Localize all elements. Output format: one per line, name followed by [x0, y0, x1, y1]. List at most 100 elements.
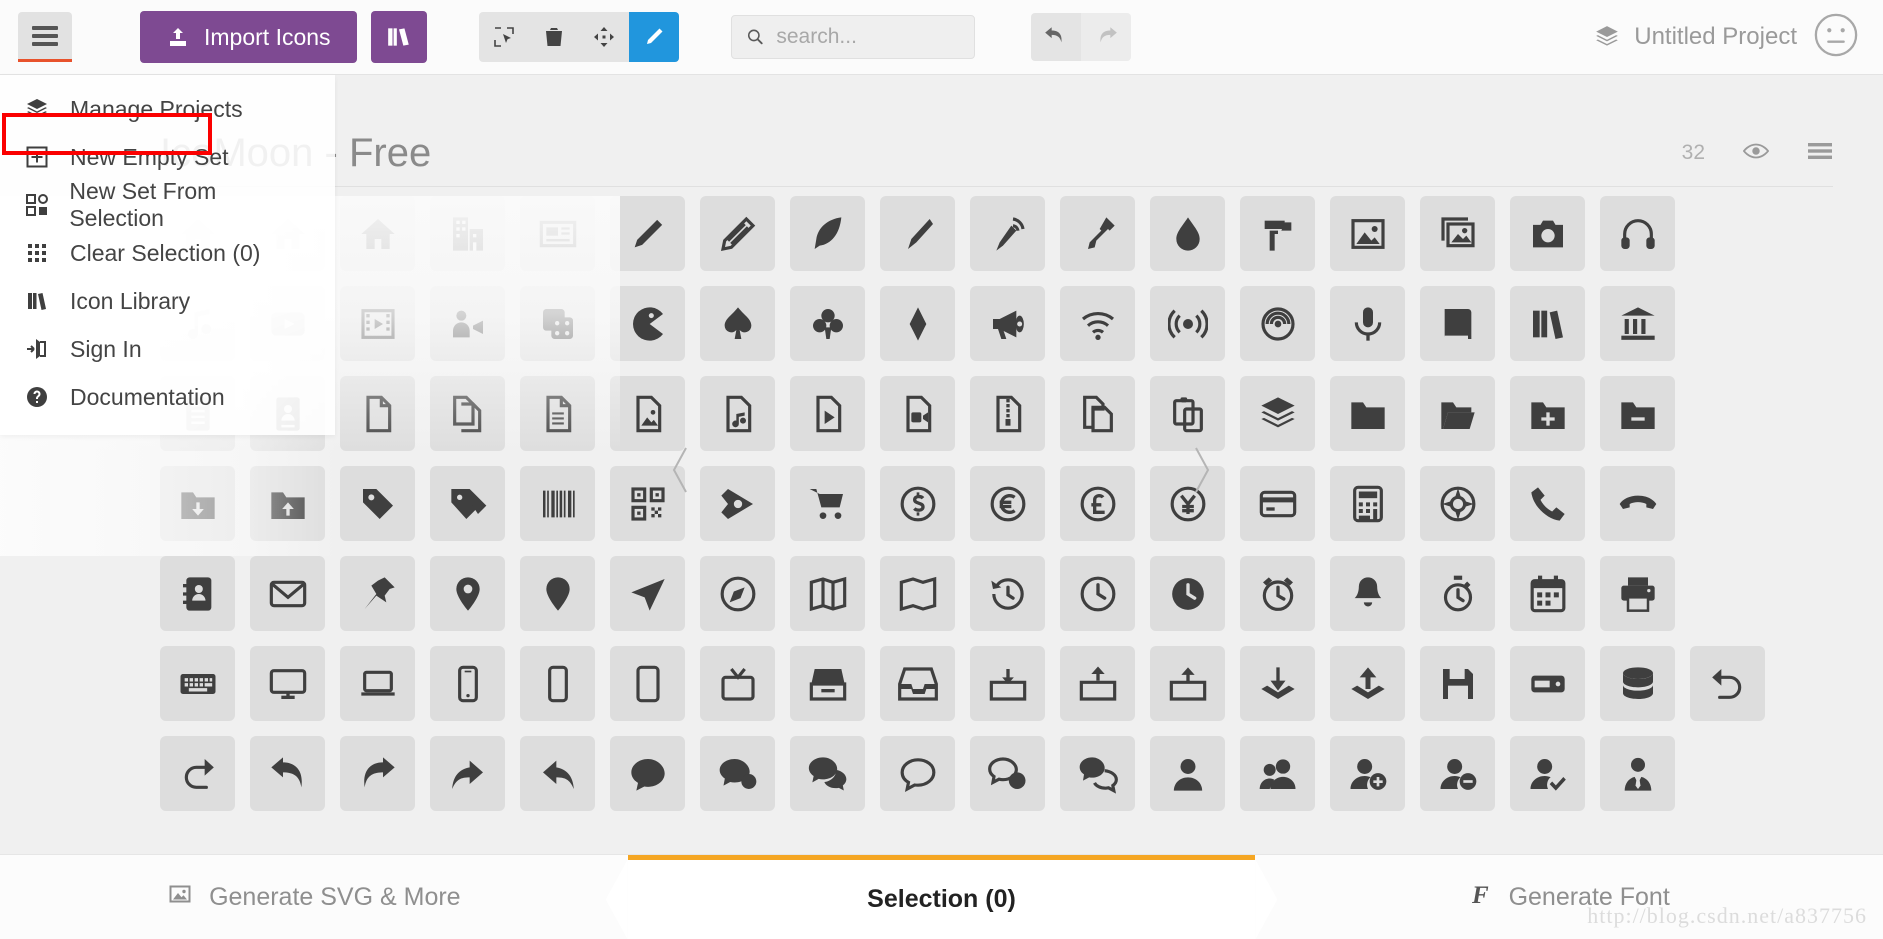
icon-cell-stack[interactable]	[1240, 376, 1315, 451]
icon-cell-copy[interactable]	[1060, 376, 1135, 451]
icon-cell-envelop[interactable]	[250, 556, 325, 631]
eye-icon[interactable]	[1742, 142, 1770, 165]
select-tool-button[interactable]	[478, 12, 529, 62]
bottom-tab-selection-0[interactable]: Selection (0)	[627, 854, 1256, 939]
icon-cell-camera[interactable]	[1510, 196, 1585, 271]
icon-cell-location2[interactable]	[520, 556, 595, 631]
icon-cell-file-play[interactable]	[790, 376, 865, 451]
icon-cell-book[interactable]	[1420, 286, 1495, 361]
icon-cell-drive[interactable]	[1510, 646, 1585, 721]
icon-cell-video-camera[interactable]	[430, 286, 505, 361]
icon-cell-bubbles4[interactable]	[1060, 736, 1135, 811]
icon-cell-users[interactable]	[1240, 736, 1315, 811]
icon-cell-folder-plus[interactable]	[1510, 376, 1585, 451]
undo-button[interactable]	[1030, 13, 1081, 61]
icon-cell-bubble2[interactable]	[880, 736, 955, 811]
icon-cell-upload[interactable]	[1330, 646, 1405, 721]
icon-cell-coin-euro[interactable]	[970, 466, 1045, 541]
icon-cell-drawer3[interactable]	[970, 646, 1045, 721]
icon-cell-redo[interactable]	[160, 736, 235, 811]
icon-cell-phone[interactable]	[1510, 466, 1585, 541]
icon-cell-calendar[interactable]	[1510, 556, 1585, 631]
move-tool-button[interactable]	[578, 12, 629, 62]
icon-cell-stopwatch[interactable]	[1420, 556, 1495, 631]
icon-cell-files-empty[interactable]	[430, 376, 505, 451]
bottom-tab-generate-svg-more[interactable]: Generate SVG & More	[0, 855, 628, 939]
icon-cell-clock[interactable]	[1060, 556, 1135, 631]
icon-cell-pen[interactable]	[880, 196, 955, 271]
icon-cell-bubbles3[interactable]	[970, 736, 1045, 811]
icon-cell-film[interactable]	[340, 286, 415, 361]
icon-cell-box-add[interactable]	[1060, 646, 1135, 721]
icon-cell-drawer[interactable]	[790, 646, 865, 721]
icon-cell-phone-hang-up[interactable]	[1600, 466, 1675, 541]
icon-cell-file-empty[interactable]	[340, 376, 415, 451]
icon-cell-eyedropper[interactable]	[1060, 196, 1135, 271]
icon-cell-bubbles[interactable]	[700, 736, 775, 811]
set-menu-icon[interactable]	[1807, 141, 1833, 166]
icon-cell-home3[interactable]	[340, 196, 415, 271]
icon-cell-keyboard[interactable]	[160, 646, 235, 721]
icon-cell-quill[interactable]	[790, 196, 865, 271]
menu-item-sign-in[interactable]: Sign In	[0, 325, 335, 373]
icon-cell-lifebuoy[interactable]	[1420, 466, 1495, 541]
menu-item-clear-selection-0[interactable]: Clear Selection (0)	[0, 229, 335, 277]
icon-cell-feed[interactable]	[1240, 286, 1315, 361]
icon-cell-calculator[interactable]	[1330, 466, 1405, 541]
icon-cell-reply[interactable]	[520, 736, 595, 811]
icon-cell-file-zip[interactable]	[970, 376, 1045, 451]
icon-cell-folder-minus[interactable]	[1600, 376, 1675, 451]
icon-cell-tv[interactable]	[700, 646, 775, 721]
menu-item-manage-projects[interactable]: Manage Projects	[0, 85, 335, 133]
icon-cell-redo2[interactable]	[340, 736, 415, 811]
icon-cell-coin-pound[interactable]	[1060, 466, 1135, 541]
import-icons-button[interactable]: Import Icons	[140, 11, 357, 63]
menu-item-icon-library[interactable]: Icon Library	[0, 277, 335, 325]
icon-cell-address-book[interactable]	[160, 556, 235, 631]
icon-cell-ticket[interactable]	[700, 466, 775, 541]
menu-item-new-set-from-selection[interactable]: New Set From Selection	[0, 178, 335, 231]
icon-cell-undo2[interactable]	[250, 736, 325, 811]
icon-cell-user-tie[interactable]	[1600, 736, 1675, 811]
icon-cell-display[interactable]	[250, 646, 325, 721]
icon-cell-folder-upload[interactable]	[250, 466, 325, 541]
main-menu-button[interactable]	[18, 12, 72, 62]
icon-cell-image[interactable]	[1330, 196, 1405, 271]
icon-cell-location[interactable]	[430, 556, 505, 631]
project-selector[interactable]: Untitled Project	[1594, 23, 1797, 51]
icon-cell-price-tag[interactable]	[340, 466, 415, 541]
icon-cell-mobile[interactable]	[430, 646, 505, 721]
avatar[interactable]	[1813, 12, 1859, 63]
icon-cell-credit-card[interactable]	[1240, 466, 1315, 541]
icon-cell-pencil2[interactable]	[700, 196, 775, 271]
icon-cell-diamonds[interactable]	[880, 286, 955, 361]
icon-cell-mobile2[interactable]	[520, 646, 595, 721]
icon-cell-folder[interactable]	[1330, 376, 1405, 451]
icon-cell-compass2[interactable]	[700, 556, 775, 631]
icon-cell-map2[interactable]	[880, 556, 955, 631]
icon-cell-connection[interactable]	[1060, 286, 1135, 361]
icon-cell-laptop[interactable]	[340, 646, 415, 721]
icon-cell-history[interactable]	[970, 556, 1045, 631]
icon-cell-coin-dollar[interactable]	[880, 466, 955, 541]
search-input[interactable]	[776, 25, 960, 49]
icon-cell-library[interactable]	[1600, 286, 1675, 361]
icon-cell-folder-open[interactable]	[1420, 376, 1495, 451]
icon-cell-barcode[interactable]	[520, 466, 595, 541]
icon-cell-user-check[interactable]	[1510, 736, 1585, 811]
icon-cell-download[interactable]	[1240, 646, 1315, 721]
icon-cell-price-tags[interactable]	[430, 466, 505, 541]
icon-cell-user-plus[interactable]	[1330, 736, 1405, 811]
icon-cell-file-text[interactable]	[520, 376, 595, 451]
icon-cell-forward[interactable]	[430, 736, 505, 811]
icon-cell-undo[interactable]	[1690, 646, 1765, 721]
icon-cell-cart[interactable]	[790, 466, 865, 541]
icon-cell-drawer2[interactable]	[880, 646, 955, 721]
icon-cell-bubbles2[interactable]	[790, 736, 865, 811]
icon-cell-bullhorn[interactable]	[970, 286, 1045, 361]
icon-cell-file-video[interactable]	[880, 376, 955, 451]
icon-cell-clubs[interactable]	[790, 286, 865, 361]
icon-cell-user-minus[interactable]	[1420, 736, 1495, 811]
icon-cell-office[interactable]	[430, 196, 505, 271]
icon-cell-paint-format[interactable]	[1240, 196, 1315, 271]
